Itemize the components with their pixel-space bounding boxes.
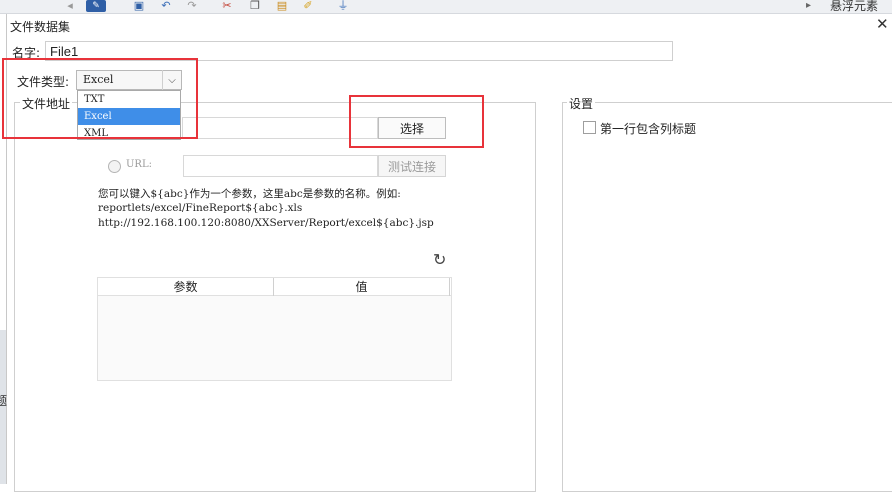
format-brush-icon[interactable]: ✐: [300, 0, 316, 12]
parameter-table: 参数 值: [97, 277, 452, 381]
plug-icon[interactable]: ⏚: [335, 0, 351, 12]
close-icon[interactable]: ✕: [876, 17, 889, 32]
undo-icon[interactable]: ↶: [158, 0, 174, 12]
column-header-parameter[interactable]: 参数: [98, 278, 274, 296]
name-label: 名字:: [12, 46, 41, 60]
column-header-value[interactable]: 值: [274, 278, 450, 296]
test-connection-button[interactable]: 测试连接: [378, 155, 446, 177]
save-icon[interactable]: ▣: [131, 0, 147, 12]
file-type-option-excel[interactable]: Excel: [78, 108, 180, 125]
first-row-header-label[interactable]: 第一行包含列标题: [600, 120, 696, 137]
settings-group: [562, 102, 892, 492]
first-row-header-checkbox[interactable]: [583, 121, 596, 134]
background-partial-label: 题: [0, 394, 8, 408]
dialog-title: 文件数据集: [10, 20, 71, 34]
choose-file-button[interactable]: 选择: [378, 117, 446, 139]
paste-icon[interactable]: ▤: [274, 0, 290, 12]
file-address-label: 文件地址: [20, 95, 73, 112]
local-path-input[interactable]: [182, 117, 378, 139]
name-input[interactable]: [45, 41, 673, 61]
file-type-option-xml[interactable]: XML: [78, 125, 180, 139]
url-input[interactable]: [183, 155, 378, 177]
redo-icon[interactable]: ↷: [184, 0, 200, 12]
cut-icon[interactable]: ✂: [219, 0, 235, 12]
chevron-down-icon[interactable]: ⌵: [162, 70, 181, 90]
hint-example-url: http://192.168.100.120:8080/XXServer/Rep…: [98, 217, 434, 229]
floating-elements-label[interactable]: 悬浮元素: [830, 0, 878, 12]
hint-text: 您可以键入${abc}作为一个参数，这里abc是参数的名称。例如:: [98, 188, 401, 200]
url-label: URL:: [126, 159, 152, 170]
file-type-option-txt[interactable]: TXT: [78, 91, 180, 108]
chevron-left-icon: ◂: [67, 0, 73, 12]
chevron-right-icon[interactable]: ▸: [806, 0, 811, 12]
background-toolbar: ◂ ✎ ▣ ↶ ↷ ✂ ❐ ▤ ✐ ⏚: [0, 0, 892, 14]
parameter-table-header: 参数 值: [98, 278, 451, 296]
edit-icon[interactable]: ✎: [86, 0, 106, 12]
settings-label: 设置: [567, 95, 596, 112]
url-radio[interactable]: [108, 160, 121, 173]
hint-example-path: reportlets/excel/FineReport${abc}.xls: [98, 202, 303, 214]
refresh-icon[interactable]: ↻: [433, 252, 449, 268]
file-type-label: 文件类型:: [17, 75, 70, 89]
file-type-dropdown: TXT Excel XML: [77, 90, 181, 140]
copy-icon[interactable]: ❐: [247, 0, 263, 12]
